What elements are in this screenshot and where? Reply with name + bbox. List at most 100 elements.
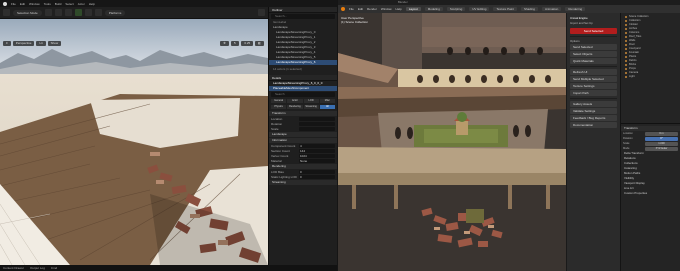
ue-status-bar: Content Drawer Output Log Cmd: [0, 265, 337, 271]
workspace-tab-animation[interactable]: Animation: [541, 7, 562, 11]
npanel-button[interactable]: Send Selected: [570, 44, 617, 50]
bl-menu-render[interactable]: Render: [367, 7, 377, 11]
tab-lod[interactable]: LOD: [303, 99, 319, 103]
bl-menu-help[interactable]: Help: [396, 7, 402, 11]
selection-mode-dropdown[interactable]: Selection Mode: [13, 9, 42, 16]
outliner-actor-count: 14 actors (1 selected): [273, 67, 302, 71]
ue-menu-edit[interactable]: Edit: [20, 2, 25, 6]
bl-menu-window[interactable]: Window: [381, 7, 392, 11]
ue-menu-window[interactable]: Window: [29, 2, 40, 6]
cloister-scene: [338, 13, 566, 271]
camera-speed-icon[interactable]: ◧: [255, 41, 264, 46]
npanel-button[interactable]: Gallery Assets: [570, 101, 617, 107]
ue-level-viewport[interactable]: ≡ Perspective Lit Show ✥ ↻ 0.25 ◧: [0, 19, 268, 265]
npanel-button[interactable]: Quick Materials: [570, 58, 617, 64]
npanel-button[interactable]: Send Multiple Selected: [570, 76, 617, 82]
workspace-tab-layout[interactable]: Layout: [405, 7, 421, 11]
cmd-input[interactable]: Cmd: [51, 266, 57, 270]
outliner-row[interactable]: Light: [621, 75, 680, 79]
viewport-snap-buttons: ✥ ↻ 0.25 ◧: [220, 41, 264, 46]
blender-window: Blender File Edit Render Window Help Lay…: [338, 0, 680, 271]
detail-row: Static Lighting LOD 0: [269, 174, 337, 179]
detail-row: LOD Bias 0: [269, 169, 337, 174]
npanel-button[interactable]: Import Path: [570, 90, 617, 96]
npanel-button[interactable]: Validate Settings: [570, 108, 617, 114]
blender-menubar: File Edit Render Window Help Layout Mode…: [338, 5, 680, 13]
details-component[interactable]: PlaceableMeshComponent: [269, 86, 337, 91]
workspace-tab-texture[interactable]: Texture Paint: [493, 7, 517, 11]
ue-menu-file[interactable]: File: [11, 2, 16, 6]
details-search-input[interactable]: Search: [271, 92, 335, 97]
npanel-header: Unreal Engine: [570, 16, 588, 20]
pause-icon[interactable]: [84, 9, 92, 16]
ue-menu-help[interactable]: Help: [89, 2, 95, 6]
lit-dropdown[interactable]: Lit: [36, 41, 46, 46]
blender-3d-viewport[interactable]: User Perspective (1) Scene Collection: [338, 13, 566, 271]
tab-rendering[interactable]: Rendering: [287, 105, 303, 109]
outliner-search-input[interactable]: Search...: [271, 14, 335, 19]
platforms-dropdown[interactable]: Platforms: [104, 9, 126, 16]
npanel-button[interactable]: Feedback / Bug Reports: [570, 115, 617, 121]
send-selected-button[interactable]: Send Selected: [570, 28, 617, 34]
content-drawer-button[interactable]: Content Drawer: [3, 266, 24, 270]
settings-icon[interactable]: [258, 9, 265, 16]
npanel-options-label: Options: [570, 39, 580, 43]
workspace-tab-uv[interactable]: UV Editing: [469, 7, 490, 11]
npanel-button[interactable]: Refresh UI: [570, 69, 617, 75]
workspace-tab-sculpting[interactable]: Sculpting: [446, 7, 466, 11]
ue-menu-select[interactable]: Select: [65, 2, 73, 6]
tab-actor[interactable]: Actor: [287, 99, 303, 103]
rotation-row: Rotation: [269, 121, 337, 126]
bl-menu-file[interactable]: File: [349, 7, 354, 11]
stop-icon[interactable]: [94, 9, 102, 16]
detail-row: Section Count 144: [269, 148, 337, 153]
blender-properties: Transform Location 0 m Rotation 0° Scale 1.…: [621, 123, 680, 196]
ue-toolbar: Selection Mode Platforms: [0, 7, 268, 19]
save-icon[interactable]: [3, 9, 10, 16]
tab-all[interactable]: All: [319, 105, 335, 109]
viewport-collection-name: (1) Scene Collection: [341, 20, 369, 24]
workspace-tab-shading[interactable]: Shading: [520, 7, 538, 11]
bl-menu-edit[interactable]: Edit: [358, 7, 363, 11]
blueprint-icon[interactable]: [54, 9, 62, 16]
tab-physics[interactable]: Physics: [271, 105, 287, 109]
ue-logo-icon[interactable]: [3, 1, 7, 6]
detail-row: Vertex Count 1024: [269, 153, 337, 158]
tab-misc[interactable]: Misc: [319, 99, 335, 103]
viewport-options-menu[interactable]: ≡: [3, 41, 11, 46]
section-streaming[interactable]: Streaming: [269, 180, 337, 185]
show-dropdown[interactable]: Show: [47, 41, 62, 46]
ue-menu-build[interactable]: Build: [55, 2, 62, 6]
npanel-subheader: Import and Set Up: [570, 21, 593, 25]
play-icon[interactable]: [74, 9, 82, 16]
viewport-overlay-buttons: ≡ Perspective Lit Show: [3, 41, 62, 46]
translate-icon[interactable]: ✥: [220, 41, 229, 46]
section-landscape[interactable]: Landscape: [269, 132, 337, 137]
tab-general[interactable]: General: [271, 99, 287, 103]
blender-sidebar-panel: Unreal Engine Import and Set Up Send Sel…: [566, 13, 620, 271]
blender-logo-icon[interactable]: [341, 7, 345, 11]
add-actor-icon[interactable]: [44, 9, 52, 16]
scale-snap-value[interactable]: 0.25: [241, 41, 254, 46]
details-filter-tabs-2: Physics Rendering Streaming All: [269, 104, 337, 110]
workspace-tab-rendering[interactable]: Rendering: [565, 7, 586, 11]
outliner-item-selected[interactable]: LandscapeStreamingProxy_6: [269, 60, 337, 65]
npanel-button[interactable]: Texture Settings: [570, 83, 617, 89]
output-log-button[interactable]: Output Log: [30, 266, 45, 270]
cinematics-icon[interactable]: [64, 9, 72, 16]
ue-menu-tools[interactable]: Tools: [44, 2, 51, 6]
ue-menubar: File Edit Window Tools Build Select Acto…: [0, 0, 337, 7]
properties-section[interactable]: Custom Properties: [621, 191, 680, 196]
npanel-divider: [570, 36, 617, 37]
outliner-title: Outliner: [269, 7, 337, 13]
ue-side-panels: Outliner Search... ItemLabel Landscape L…: [268, 7, 337, 265]
rotate-icon[interactable]: ↻: [230, 41, 240, 46]
npanel-button[interactable]: Select Objects: [570, 51, 617, 57]
tab-streaming[interactable]: Streaming: [303, 105, 319, 109]
blender-outliner: Scene Collection Collection Cloister Arc…: [621, 13, 680, 123]
workspace-tab-modeling[interactable]: Modeling: [424, 7, 443, 11]
viewport-landscape: [0, 94, 268, 265]
perspective-dropdown[interactable]: Perspective: [12, 41, 35, 46]
ue-menu-actor[interactable]: Actor: [78, 2, 85, 6]
npanel-button[interactable]: Documentation: [570, 122, 617, 128]
